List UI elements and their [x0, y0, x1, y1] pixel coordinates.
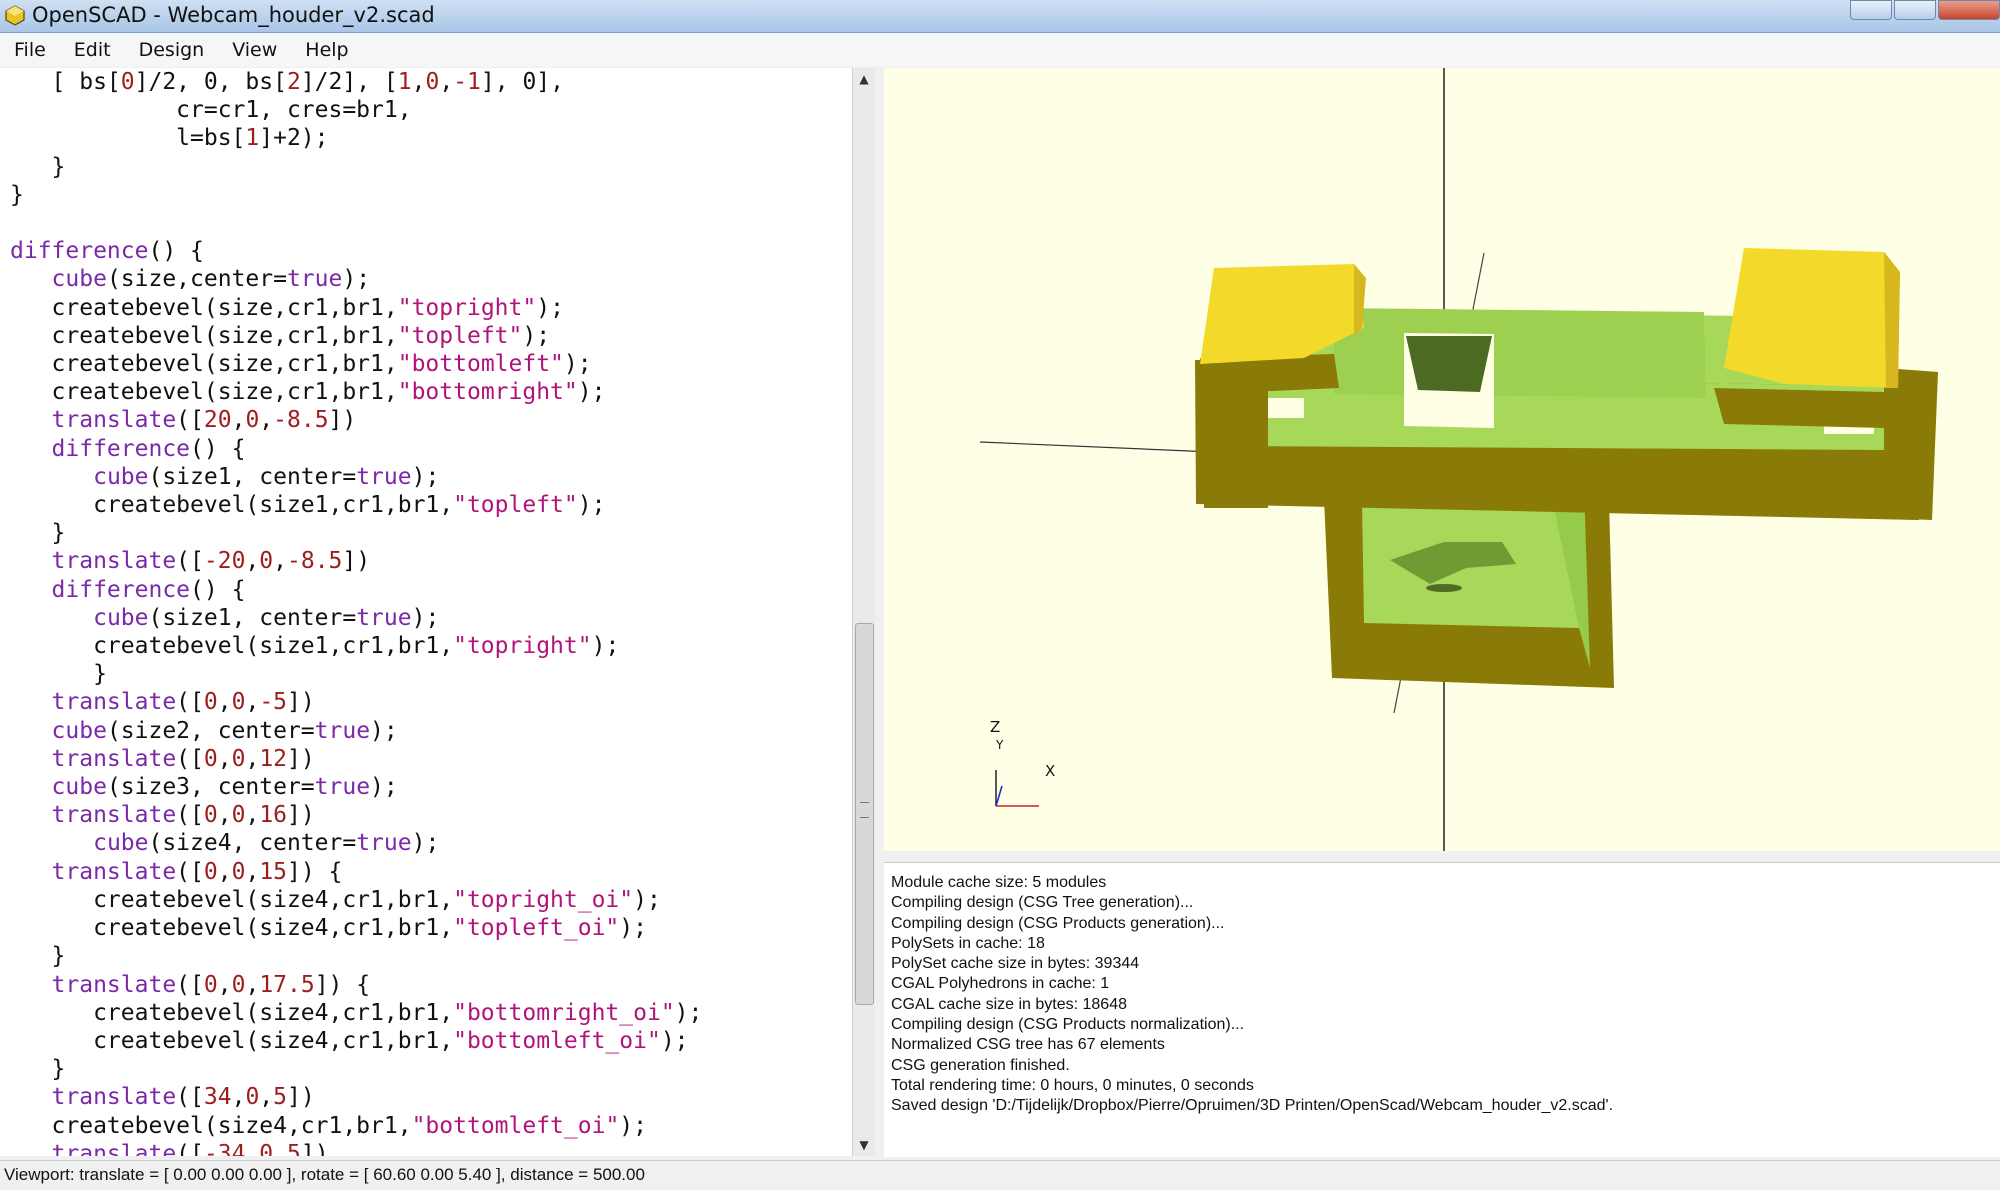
code-line[interactable]: difference() { [10, 237, 702, 265]
grip-icon [860, 802, 869, 818]
code-line[interactable]: createbevel(size4,cr1,br1,"bottomleft_oi… [10, 1027, 702, 1055]
code-line[interactable]: [ bs[0]/2, 0, bs[2]/2], [1,0,-1], 0], [10, 68, 702, 96]
console-line: CGAL cache size in bytes: 18648 [891, 995, 1127, 1013]
openscad-app-icon [5, 5, 25, 26]
code-line[interactable]: } [10, 181, 702, 209]
code-line[interactable]: createbevel(size,cr1,br1,"bottomright"); [10, 378, 702, 406]
console-line: Compiling design (CSG Tree generation)..… [891, 894, 1194, 912]
code-line[interactable]: cube(size1, center=true); [10, 604, 702, 632]
console-line: Total rendering time: 0 hours, 0 minutes… [891, 1076, 1254, 1094]
code-line[interactable] [10, 209, 702, 237]
code-line[interactable]: cr=cr1, cres=br1, [10, 96, 702, 124]
menu-file[interactable]: File [0, 33, 60, 67]
console-line: Compiling design (CSG Products generatio… [891, 914, 1225, 932]
code-line[interactable]: translate([-34,0,5]) [10, 1140, 702, 1156]
code-line[interactable]: createbevel(size,cr1,br1,"topleft"); [10, 322, 702, 350]
status-bar: Viewport: translate = [ 0.00 0.00 0.00 ]… [0, 1160, 2000, 1190]
3d-viewport[interactable]: Z Y X [884, 68, 2000, 851]
model-render [979, 68, 1938, 851]
code-line[interactable]: createbevel(size1,cr1,br1,"topright"); [10, 632, 702, 660]
menu-design[interactable]: Design [125, 33, 219, 67]
code-line[interactable]: createbevel(size,cr1,br1,"bottomleft"); [10, 350, 702, 378]
code-line[interactable]: createbevel(size4,cr1,br1,"bottomright_o… [10, 999, 702, 1027]
code-editor[interactable]: [ bs[0]/2, 0, bs[2]/2], [1,0,-1], 0], cr… [0, 68, 853, 1156]
code-line[interactable]: } [10, 153, 702, 181]
code-line[interactable]: translate([34,0,5]) [10, 1083, 702, 1111]
console-line: CSG generation finished. [891, 1056, 1070, 1074]
close-button[interactable] [1938, 0, 2000, 20]
console-lines: Module cache size: 5 modules Compiling de… [891, 873, 1613, 1117]
console-output[interactable]: Module cache size: 5 modules Compiling de… [884, 862, 2000, 1157]
code-line[interactable]: createbevel(size,cr1,br1,"topright"); [10, 294, 702, 322]
code-line[interactable]: translate([0,0,15]) { [10, 858, 702, 886]
code-line[interactable]: translate([-20,0,-8.5]) [10, 547, 702, 575]
scroll-down-arrow-icon[interactable]: ▼ [853, 1134, 875, 1156]
axis-label-y: Y [996, 738, 1004, 752]
console-line: Normalized CSG tree has 67 elements [891, 1036, 1165, 1054]
code-line[interactable]: translate([0,0,12]) [10, 745, 702, 773]
editor-scrollbar[interactable]: ▲ ▼ [852, 68, 875, 1156]
console-line: Compiling design (CSG Products normaliza… [891, 1016, 1245, 1034]
code-line[interactable]: cube(size4, center=true); [10, 829, 702, 857]
code-line[interactable]: createbevel(size4,cr1,br1,"topleft_oi"); [10, 914, 702, 942]
console-line: Saved design 'D:/Tijdelijk/Dropbox/Pierr… [891, 1097, 1614, 1115]
window-controls [1848, 0, 2000, 22]
console-line: PolySet cache size in bytes: 39344 [891, 955, 1140, 973]
console-line: Module cache size: 5 modules [891, 874, 1107, 891]
code-line[interactable]: } [10, 1055, 702, 1083]
code-line[interactable]: cube(size,center=true); [10, 265, 702, 293]
code-line[interactable]: createbevel(size4,cr1,br1,"bottomleft_oi… [10, 1112, 702, 1140]
title-bar: OpenSCAD - Webcam_houder_v2.scad [0, 0, 2000, 33]
code-line[interactable]: cube(size3, center=true); [10, 773, 702, 801]
code-line[interactable]: createbevel(size4,cr1,br1,"topright_oi")… [10, 886, 702, 914]
console-line: CGAL Polyhedrons in cache: 1 [891, 975, 1110, 993]
menu-help[interactable]: Help [291, 33, 362, 67]
code-line[interactable]: } [10, 519, 702, 547]
code-line[interactable]: difference() { [10, 576, 702, 604]
axis-label-z: Z [990, 718, 1001, 736]
axis-label-x: X [1045, 762, 1056, 780]
code-line[interactable]: translate([0,0,16]) [10, 801, 702, 829]
minimize-button[interactable] [1850, 0, 1892, 20]
scroll-up-arrow-icon[interactable]: ▲ [853, 68, 875, 90]
code-line[interactable]: l=bs[1]+2); [10, 124, 702, 152]
code-line[interactable]: cube(size1, center=true); [10, 463, 702, 491]
viewport-status: Viewport: translate = [ 0.00 0.00 0.00 ]… [4, 1165, 645, 1184]
window-title: OpenSCAD - Webcam_houder_v2.scad [32, 3, 435, 27]
code-line[interactable]: translate([0,0,-5]) [10, 688, 702, 716]
scrollbar-thumb[interactable] [855, 623, 874, 1005]
code-line[interactable]: } [10, 942, 702, 970]
code-line[interactable]: translate([20,0,-8.5]) [10, 406, 702, 434]
code-line[interactable]: createbevel(size1,cr1,br1,"topleft"); [10, 491, 702, 519]
console-line: PolySets in cache: 18 [891, 934, 1045, 952]
pane-splitter[interactable] [875, 68, 883, 1156]
code-line[interactable]: } [10, 660, 702, 688]
menu-view[interactable]: View [218, 33, 291, 67]
menu-edit[interactable]: Edit [60, 33, 125, 67]
code-text[interactable]: [ bs[0]/2, 0, bs[2]/2], [1,0,-1], 0], cr… [10, 68, 702, 1156]
code-line[interactable]: translate([0,0,17.5]) { [10, 971, 702, 999]
maximize-button[interactable] [1894, 0, 1936, 20]
menu-bar: File Edit Design View Help [0, 33, 2000, 67]
code-line[interactable]: difference() { [10, 435, 702, 463]
code-line[interactable]: cube(size2, center=true); [10, 717, 702, 745]
